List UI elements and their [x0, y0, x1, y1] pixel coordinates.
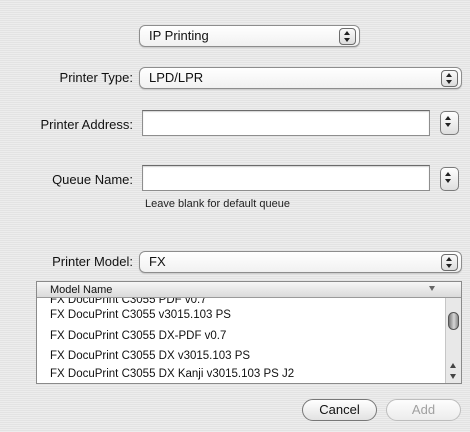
printer-model-popup[interactable]: FX [139, 251, 462, 273]
table-row[interactable]: FX DocuPrint C3055 DX-PDF v0.7 [37, 326, 445, 347]
table-row[interactable]: FX DocuPrint C3055 v3015.103 PS [37, 305, 445, 326]
sort-arrow-icon [429, 286, 435, 291]
column-header-label: Model Name [50, 284, 113, 296]
printer-type-label: Printer Type: [59, 70, 133, 85]
cancel-button[interactable]: Cancel [302, 399, 377, 421]
printer-address-field[interactable] [142, 110, 430, 136]
popup-stepper-icon [441, 70, 458, 87]
popup-stepper-icon [339, 28, 356, 45]
queue-name-history-button[interactable] [440, 167, 459, 191]
printer-address-label: Printer Address: [40, 117, 134, 132]
add-button[interactable]: Add [386, 399, 461, 421]
scrollbar-thumb[interactable] [448, 312, 459, 330]
model-table[interactable]: Model Name FX DocuPrint C3055 PDF v0.7 F… [36, 281, 462, 384]
scroll-up-arrow-icon[interactable] [450, 363, 456, 368]
queue-name-field[interactable] [142, 165, 430, 191]
scroll-down-arrow-icon[interactable] [450, 374, 456, 379]
column-header-model-name[interactable]: Model Name [37, 282, 461, 298]
queue-name-hint: Leave blank for default queue [145, 198, 290, 210]
printer-model-value: FX [149, 254, 166, 269]
printer-address-history-button[interactable] [440, 111, 459, 135]
printer-model-label: Printer Model: [52, 254, 133, 269]
stepper-icon [441, 170, 458, 187]
protocol-popup-value: IP Printing [149, 28, 209, 43]
printer-type-popup[interactable]: LPD/LPR [139, 67, 462, 89]
printer-type-value: LPD/LPR [149, 70, 204, 85]
table-row[interactable]: FX DocuPrint C3055 DX Kanji v3015.103 PS… [37, 364, 445, 383]
queue-name-label: Queue Name: [52, 172, 133, 187]
popup-stepper-icon [441, 254, 458, 271]
protocol-popup[interactable]: IP Printing [139, 25, 360, 47]
stepper-icon [441, 114, 458, 131]
table-scrollbar[interactable] [445, 298, 461, 383]
